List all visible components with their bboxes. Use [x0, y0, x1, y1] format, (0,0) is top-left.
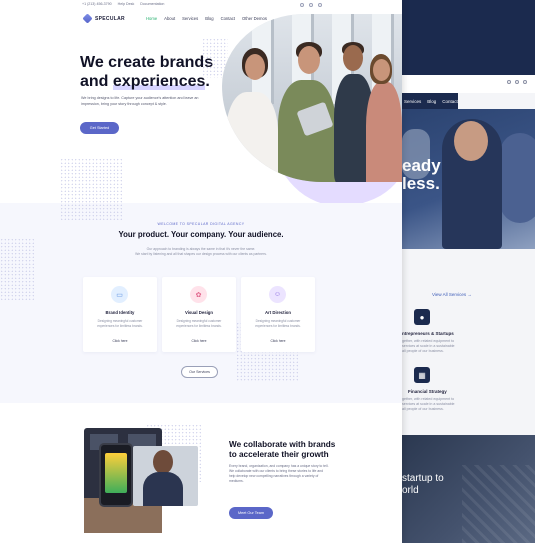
meet-our-team-button[interactable]: Meet Our Team	[229, 507, 273, 519]
feature-title: ntrepreneurs & Startups	[402, 331, 454, 336]
social-links	[300, 3, 322, 7]
phone-screen	[105, 453, 127, 493]
collab-title-line: to accelerate their growth	[229, 450, 329, 459]
collab-title-line: We collaborate with brands	[229, 440, 336, 449]
business-hero-image: eady less.	[402, 109, 535, 249]
top-info-bar: +1 (213) 456-3790 Help Desk Documentatio…	[82, 2, 164, 6]
collab-title: We collaborate with brands to accelerate…	[229, 440, 335, 460]
card-text: Designing meaningful customer experience…	[97, 319, 143, 328]
card-title: Brand Identity	[105, 310, 135, 315]
our-services-button[interactable]: Our Services	[181, 366, 218, 378]
header-strip	[402, 75, 535, 93]
collab-text: Every brand, organization, and company h…	[229, 464, 329, 484]
section-title: Your product. Your company. Your audienc…	[118, 230, 284, 239]
feature-text: gether, with related equipment to servic…	[402, 397, 455, 411]
section-eyebrow: WELCOME TO SPECULAR DIGITAL AGENCY	[157, 222, 245, 226]
team-member-head	[298, 46, 320, 74]
documentation-link[interactable]: Documentation	[140, 2, 164, 6]
money-icon: ▦	[414, 367, 430, 383]
card-text: Designing meaningful customer experience…	[255, 319, 301, 328]
secondary-page-preview: Services Blog Contact eady less. View Al…	[402, 0, 535, 543]
team-member	[226, 92, 278, 182]
background-person	[500, 133, 535, 223]
team-member-head	[373, 59, 390, 81]
help-desk-link[interactable]: Help Desk	[118, 2, 135, 6]
service-card-visual-design[interactable]: ✿ Visual Design Designing meaningful cus…	[162, 277, 236, 352]
dot-pattern	[60, 158, 122, 222]
brand-name: SPECULAR	[95, 15, 125, 22]
card-title: Visual Design	[184, 310, 214, 315]
secondary-hero-headline: eady less.	[402, 156, 441, 193]
smile-icon: ☺	[269, 286, 286, 303]
secondary-navbar: Services Blog Contact	[402, 93, 458, 109]
twitter-icon[interactable]	[515, 80, 519, 84]
section-subtitle: Our approach to branding is always the s…	[0, 247, 402, 257]
man-with-phone-photo	[133, 446, 198, 506]
nav-link-blog[interactable]: Blog	[427, 99, 436, 104]
social-links	[507, 80, 527, 84]
hero-subtitle: We bring designs to life. Capture your a…	[81, 96, 199, 106]
twitter-icon[interactable]	[309, 3, 313, 7]
view-all-services-link[interactable]: View All Services →	[432, 292, 472, 297]
logo-mark-icon	[82, 13, 93, 24]
team-photo	[222, 14, 402, 182]
main-page-preview: +1 (213) 456-3790 Help Desk Documentatio…	[0, 0, 402, 543]
facebook-icon[interactable]	[300, 3, 304, 7]
get-started-button[interactable]: Get Started	[80, 122, 119, 134]
brand-logo[interactable]: SPECULAR	[82, 13, 125, 24]
nav-link-services[interactable]: Services	[182, 16, 198, 21]
hero-title-highlight: experiences	[112, 73, 206, 90]
facebook-icon[interactable]	[507, 80, 511, 84]
nav-link-contact[interactable]: Contact	[442, 99, 458, 104]
lightbulb-icon: ●	[414, 309, 430, 325]
nav-link-home[interactable]: Home	[146, 16, 157, 21]
section-subtitle-line: We start by listening and all that shape…	[135, 252, 267, 256]
phone-number[interactable]: +1 (213) 456-3790	[82, 2, 112, 6]
card-link[interactable]: Click here	[83, 339, 157, 343]
building-graphic	[462, 465, 535, 543]
nav-link-contact[interactable]: Contact	[221, 16, 235, 21]
instagram-icon[interactable]	[523, 80, 527, 84]
businessman-head	[454, 121, 488, 161]
card-link[interactable]: Click here	[162, 339, 236, 343]
team-member-head	[343, 45, 363, 71]
feature-text: gether, with related equipment to servic…	[402, 339, 455, 353]
person-body	[143, 472, 183, 506]
nav-link-about[interactable]: About	[164, 16, 175, 21]
hero-title-line: We create brands	[80, 54, 214, 71]
top-navy-banner	[402, 0, 535, 75]
hero-title-line: and experiences.	[80, 72, 213, 91]
monitor-icon: ▭	[111, 286, 128, 303]
brush-icon: ✿	[190, 286, 207, 303]
banner-headline: startup to orld	[402, 473, 444, 496]
smartphone-photo	[99, 443, 133, 507]
team-member	[366, 82, 402, 182]
team-member-head	[245, 54, 265, 80]
hero-title: We create brands and experiences.	[80, 53, 213, 91]
card-title: Art Direction	[264, 310, 292, 315]
nav-link-blog[interactable]: Blog	[205, 16, 213, 21]
nav-link-services[interactable]: Services	[404, 99, 421, 104]
hero-title-text: and	[80, 73, 113, 90]
startup-banner: startup to orld	[402, 435, 535, 543]
feature-title: Financial Strategy	[408, 389, 447, 394]
service-card-brand-identity[interactable]: ▭ Brand Identity Designing meaningful cu…	[83, 277, 157, 352]
card-text: Designing meaningful customer experience…	[176, 319, 222, 328]
person-head	[153, 450, 173, 474]
service-card-art-direction[interactable]: ☺ Art Direction Designing meaningful cus…	[241, 277, 315, 352]
instagram-icon[interactable]	[318, 3, 322, 7]
card-link[interactable]: Click here	[241, 339, 315, 343]
main-nav: Home About Services Blog Contact Other D…	[146, 16, 267, 21]
